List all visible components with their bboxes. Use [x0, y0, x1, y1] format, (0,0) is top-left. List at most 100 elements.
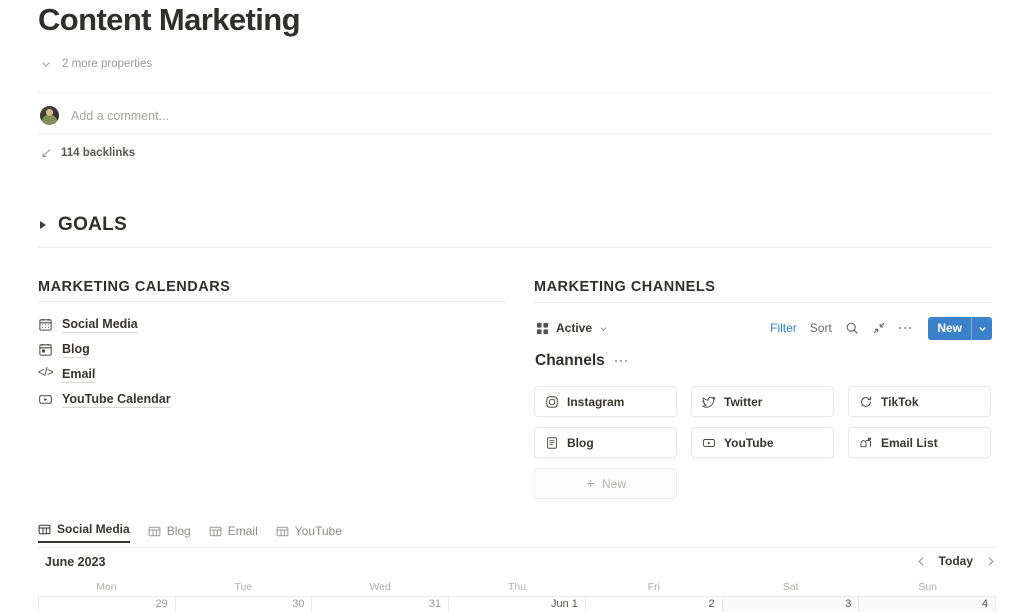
day-header: Tue	[234, 581, 253, 593]
plus-icon	[585, 478, 596, 489]
backlink-arrow-icon	[40, 147, 52, 159]
gallery-grid-icon	[536, 322, 549, 335]
ellipsis-icon[interactable]	[614, 359, 628, 363]
marketing-calendars-heading: MARKETING CALENDARS	[38, 279, 231, 295]
calendar-link-blog[interactable]: Blog	[38, 337, 508, 362]
table-view-icon	[276, 525, 289, 538]
calendar-day-cell[interactable]: Jun 1	[449, 597, 586, 612]
day-header: Wed	[369, 581, 391, 593]
tab-label: Social Media	[57, 522, 130, 536]
channel-card-blog[interactable]: Blog	[534, 427, 677, 458]
channel-cards: Instagram Twitter TikTok Blog YouTube Em…	[534, 386, 992, 499]
channels-toolbar: Active Filter Sort New	[536, 314, 992, 342]
toolbar-actions: Filter Sort New	[770, 316, 992, 340]
instagram-icon	[545, 395, 559, 409]
calendar-day-cell[interactable]: 3	[722, 597, 860, 612]
chevron-down-icon	[40, 58, 52, 70]
day-header: Sun	[918, 581, 937, 593]
channel-card-youtube[interactable]: YouTube	[691, 427, 834, 458]
marketing-calendars-list: Social Media Blog </> Email YouTube Cale…	[38, 312, 508, 412]
new-button[interactable]: New	[928, 316, 992, 340]
channel-card-instagram[interactable]: Instagram	[534, 386, 677, 417]
video-icon	[38, 392, 53, 407]
channel-card-tiktok[interactable]: TikTok	[848, 386, 991, 417]
channels-block-title: Channels	[535, 352, 605, 369]
calendar-day-cell[interactable]: 29	[38, 597, 176, 612]
ellipsis-icon[interactable]	[898, 326, 912, 330]
goals-label: GOALS	[58, 214, 128, 235]
table-view-icon	[38, 523, 51, 536]
more-properties-label: 2 more properties	[62, 58, 153, 70]
search-icon[interactable]	[845, 321, 859, 335]
calendar-link-youtube-calendar[interactable]: YouTube Calendar	[38, 387, 508, 412]
notion-page: Content Marketing 2 more properties Add …	[0, 0, 1024, 612]
avatar	[40, 106, 59, 125]
chevron-left-icon[interactable]	[916, 556, 927, 567]
marketing-channels-rule	[534, 302, 992, 303]
divider-below-goals	[38, 247, 992, 248]
calendar-link-social-media[interactable]: Social Media	[38, 312, 508, 337]
channel-card-label: Instagram	[567, 394, 625, 409]
calendar-month-label: June 2023	[45, 555, 106, 569]
chevron-down-icon[interactable]	[972, 317, 992, 340]
backlinks-label: 114 backlinks	[61, 147, 136, 159]
marketing-channels-heading: MARKETING CHANNELS	[534, 279, 716, 295]
video-icon	[702, 436, 716, 450]
goals-toggle[interactable]: GOALS	[40, 214, 127, 236]
table-view-icon	[209, 525, 222, 538]
tab-youtube[interactable]: YouTube	[276, 524, 342, 543]
chevron-right-icon[interactable]	[985, 556, 996, 567]
channel-card-twitter[interactable]: Twitter	[691, 386, 834, 417]
calendar-week-row: 29 30 31 Jun 1 2 3 4	[38, 596, 997, 612]
tab-label: YouTube	[294, 524, 342, 538]
calendar-day-cell[interactable]: 31	[312, 597, 450, 612]
new-channel-label: New	[601, 476, 626, 491]
calendar-icon	[38, 317, 53, 332]
calendar-day-cell[interactable]: 4	[859, 597, 997, 612]
collapse-arrows-icon[interactable]	[872, 321, 886, 335]
channel-card-label: Email List	[881, 435, 938, 450]
more-properties-toggle[interactable]: 2 more properties	[40, 58, 152, 70]
day-header: Sat	[782, 581, 799, 593]
channel-card-email-list[interactable]: Email List	[848, 427, 991, 458]
new-channel-card[interactable]: New	[534, 468, 677, 499]
tab-label: Email	[227, 524, 258, 538]
sort-button[interactable]: Sort	[810, 321, 832, 335]
channel-card-label: Twitter	[724, 394, 763, 409]
tabs-divider	[38, 547, 996, 548]
divider-above-comment	[38, 92, 992, 93]
tab-email[interactable]: Email	[209, 524, 258, 543]
calendar-link-label: Social Media	[62, 316, 138, 333]
mailbox-icon	[859, 436, 873, 450]
calendar-link-email[interactable]: </> Email	[38, 362, 508, 387]
table-view-icon	[148, 525, 161, 538]
marketing-calendars-rule	[38, 301, 506, 302]
calendar-day-headers: Mon Tue Wed Thu Fri Sat Sun	[38, 581, 996, 593]
view-selector-active[interactable]: Active	[536, 321, 608, 335]
filter-button[interactable]: Filter	[770, 321, 797, 335]
code-icon: </>	[38, 367, 54, 379]
twitter-bird-icon	[702, 395, 716, 409]
calendar-link-label: Blog	[62, 341, 90, 358]
divider-below-comment	[38, 134, 992, 135]
page-title: Content Marketing	[38, 2, 301, 37]
today-button[interactable]: Today	[939, 554, 973, 568]
tab-label: Blog	[166, 524, 191, 538]
comment-placeholder: Add a comment...	[71, 108, 169, 123]
backlinks-button[interactable]: 114 backlinks	[40, 147, 135, 159]
new-button-label: New	[937, 321, 962, 335]
comment-composer[interactable]: Add a comment...	[40, 106, 169, 125]
document-icon	[545, 436, 559, 450]
calendar-day-cell[interactable]: 30	[176, 597, 313, 612]
tab-social-media[interactable]: Social Media	[38, 522, 130, 543]
view-name-label: Active	[556, 321, 593, 335]
refresh-circle-icon	[859, 395, 873, 409]
calendar-day-cell[interactable]: 2	[586, 597, 723, 612]
channels-block-header: Channels	[535, 352, 628, 370]
calendar-navigation: Today	[916, 554, 996, 568]
tab-blog[interactable]: Blog	[148, 524, 191, 543]
channel-card-label: TikTok	[881, 394, 919, 409]
calendar-link-label: YouTube Calendar	[62, 391, 171, 408]
calendar-tabs: Social Media Blog Email YouTube	[38, 521, 342, 543]
channel-card-label: YouTube	[724, 435, 774, 450]
